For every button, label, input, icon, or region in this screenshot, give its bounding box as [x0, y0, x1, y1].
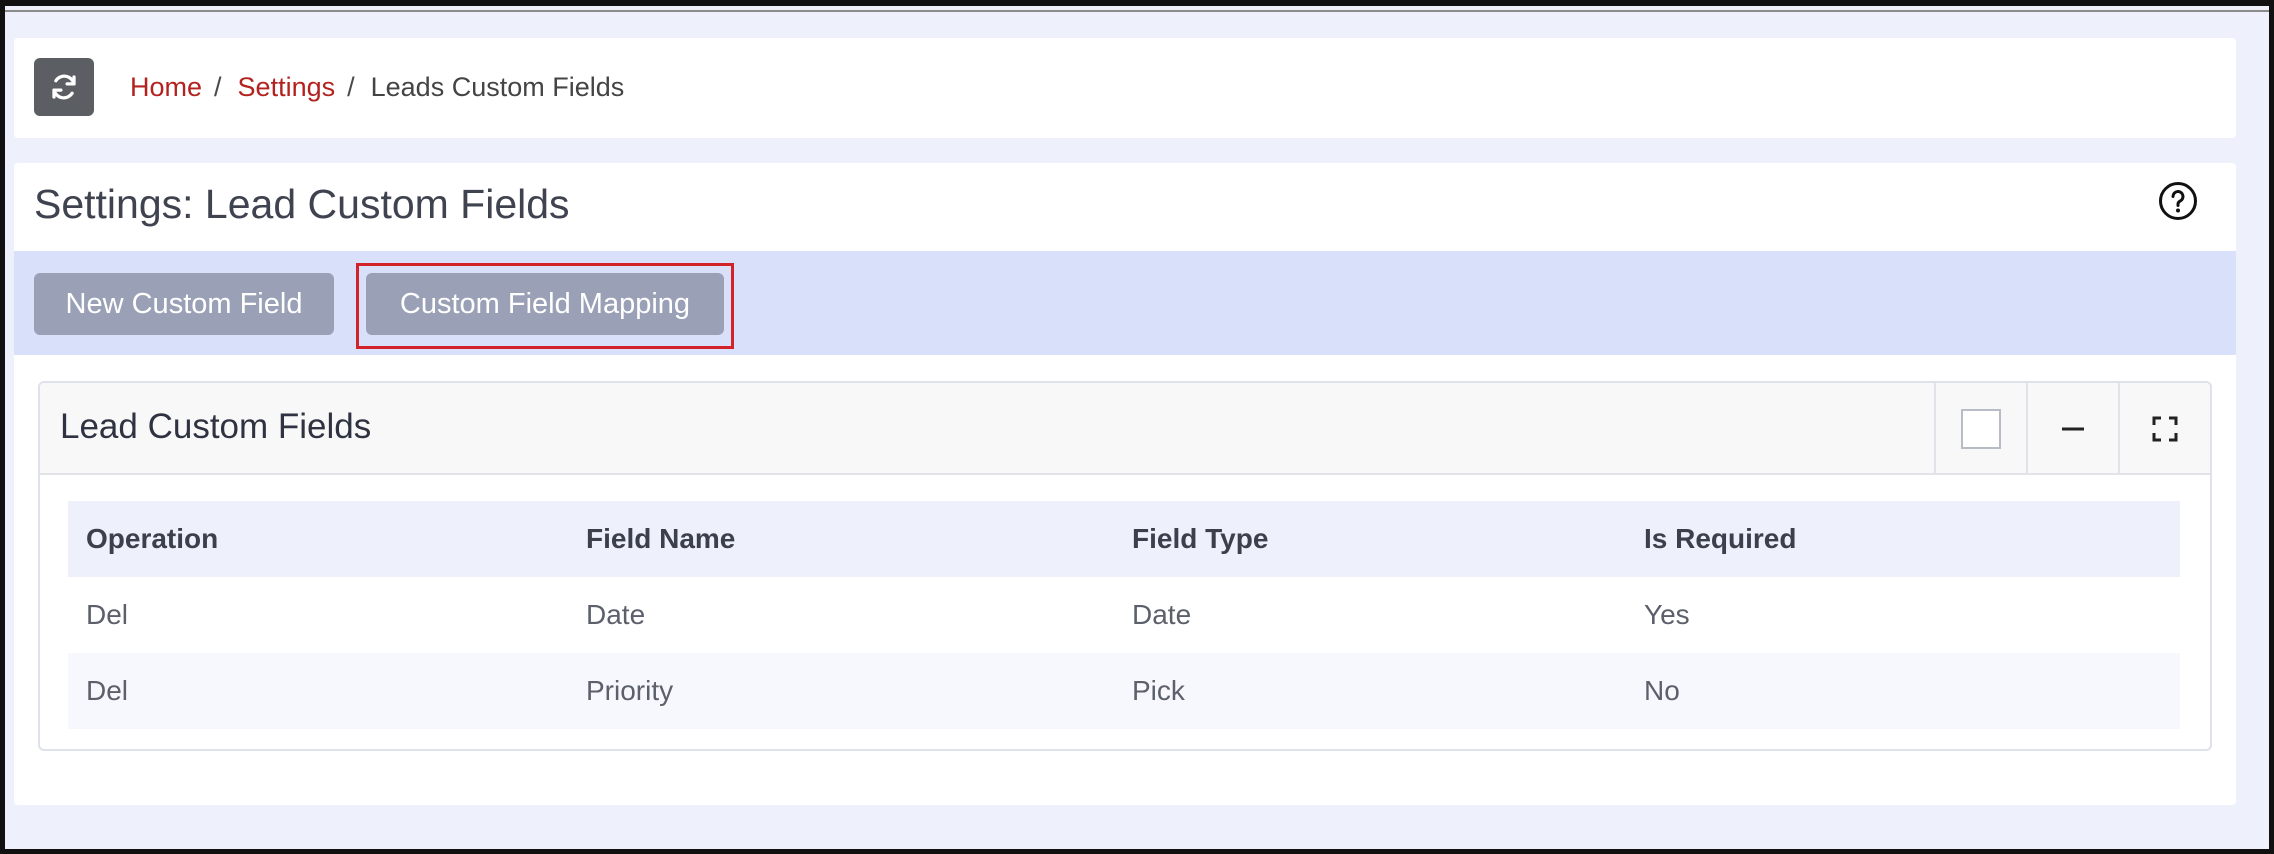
column-header-operation: Operation — [68, 501, 568, 577]
field-name-cell: Date — [586, 599, 646, 630]
field-type-cell: Pick — [1114, 653, 1626, 729]
custom-fields-table: Operation Field Name Field Type Is Requi… — [68, 501, 2180, 729]
breadcrumb-bar: Home / Settings / Leads Custom Fields — [14, 38, 2236, 138]
expand-icon — [2152, 416, 2178, 442]
refresh-button[interactable] — [34, 58, 94, 116]
breadcrumb-current: Leads Custom Fields — [370, 72, 625, 102]
question-circle-icon[interactable] — [2158, 181, 2198, 221]
breadcrumb: Home / Settings / Leads Custom Fields — [130, 72, 624, 103]
top-divider — [0, 10, 2274, 12]
is-required-cell: No — [1626, 653, 2180, 729]
delete-link[interactable]: Del — [68, 577, 568, 653]
breadcrumb-home-link[interactable]: Home — [130, 72, 202, 103]
breadcrumb-separator: / — [347, 72, 355, 102]
column-header-is-required: Is Required — [1626, 501, 2180, 577]
card-title: Lead Custom Fields — [60, 407, 372, 446]
refresh-icon — [52, 74, 76, 100]
breadcrumb-separator: / — [214, 72, 222, 102]
collapse-button[interactable] — [2026, 383, 2118, 475]
custom-field-mapping-button[interactable]: Custom Field Mapping — [366, 273, 724, 335]
fullscreen-button[interactable] — [2118, 383, 2210, 475]
table-row: Del Date Date Yes — [68, 577, 2180, 653]
card-header: Lead Custom Fields — [40, 383, 2210, 475]
column-header-field-type: Field Type — [1114, 501, 1626, 577]
is-required-cell: Yes — [1644, 599, 1690, 630]
minus-icon — [2062, 427, 2084, 431]
new-custom-field-button[interactable]: New Custom Field — [34, 273, 334, 335]
lead-custom-fields-card: Lead Custom Fields Operation Field Name … — [38, 381, 2212, 751]
select-checkbox[interactable] — [1961, 409, 2001, 449]
field-name-cell: Priority — [568, 653, 1114, 729]
table-row: Del Priority Pick No — [68, 653, 2180, 729]
table-header-row: Operation Field Name Field Type Is Requi… — [68, 501, 2180, 577]
breadcrumb-settings-link[interactable]: Settings — [238, 72, 336, 103]
column-header-field-name: Field Name — [568, 501, 1114, 577]
settings-panel: Settings: Lead Custom Fields New Custom … — [14, 163, 2236, 805]
action-toolbar: New Custom Field Custom Field Mapping — [14, 251, 2236, 355]
card-checkbox-tool[interactable] — [1934, 383, 2026, 475]
field-type-cell: Date — [1132, 599, 1192, 630]
page-title: Settings: Lead Custom Fields — [34, 181, 570, 227]
delete-link[interactable]: Del — [68, 653, 568, 729]
